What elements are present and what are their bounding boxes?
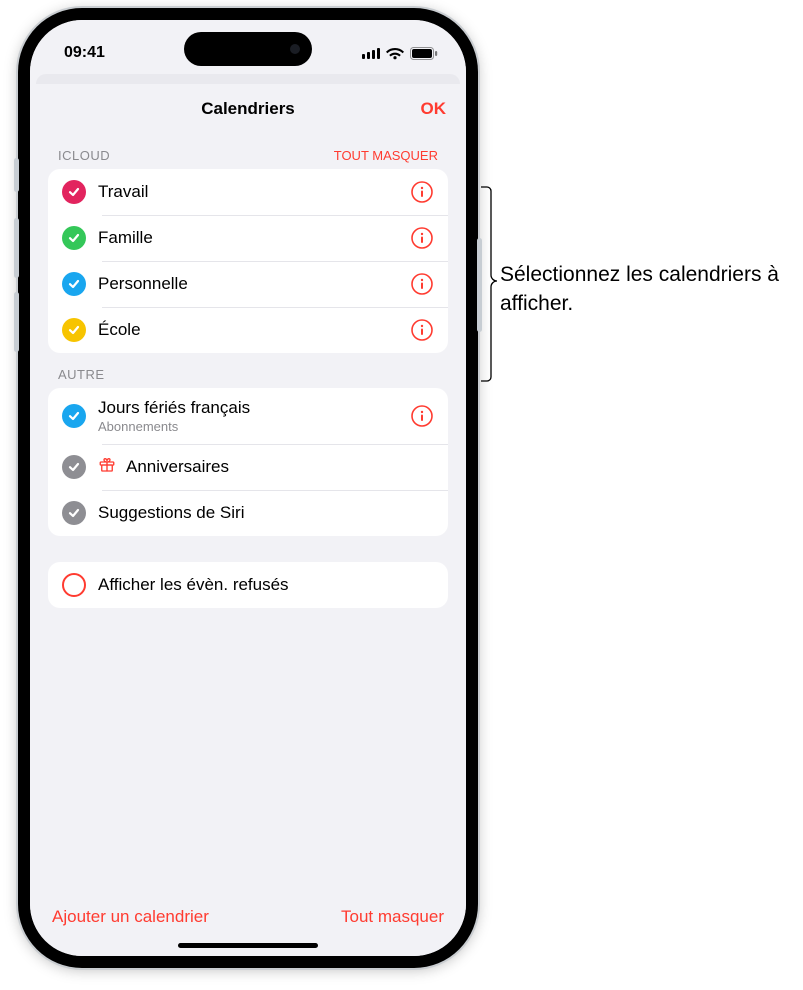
mute-switch [14, 158, 19, 192]
checkmark-icon[interactable] [62, 455, 86, 479]
calendar-label: Suggestions de Siri [98, 503, 434, 523]
callout-bracket [480, 186, 498, 382]
screen: 09:41 Calendriers OK [30, 20, 466, 956]
battery-icon [410, 47, 438, 60]
volume-up-button [14, 218, 19, 278]
calendar-row-birthdays[interactable]: Anniversaires [48, 444, 448, 490]
sheet-header: Calendriers OK [30, 84, 466, 134]
gift-icon [98, 456, 116, 479]
checkmark-icon[interactable] [62, 404, 86, 428]
done-button[interactable]: OK [421, 99, 447, 119]
cellular-icon [362, 47, 380, 59]
add-calendar-button[interactable]: Ajouter un calendrier [52, 907, 209, 927]
volume-down-button [14, 292, 19, 352]
info-icon[interactable] [410, 180, 434, 204]
other-group: Jours fériés français Abonnements [48, 388, 448, 536]
dynamic-island [184, 32, 312, 66]
home-indicator [178, 943, 318, 948]
calendar-label: Famille [98, 228, 398, 248]
show-declined-toggle[interactable]: Afficher les évèn. refusés [48, 562, 448, 608]
calendar-row-holidays[interactable]: Jours fériés français Abonnements [48, 388, 448, 444]
info-icon[interactable] [410, 404, 434, 428]
callout-text: Sélectionnez les calendriers à afficher. [500, 260, 790, 319]
calendar-label: Travail [98, 182, 398, 202]
section-label: ICLOUD [58, 148, 110, 163]
toolbar: Ajouter un calendrier Tout masquer [30, 893, 466, 937]
declined-group: Afficher les évèn. refusés [48, 562, 448, 608]
unchecked-circle-icon[interactable] [62, 573, 86, 597]
info-icon[interactable] [410, 272, 434, 296]
sheet-content: ICLOUD TOUT MASQUER Travail [30, 134, 466, 893]
phone-frame: 09:41 Calendriers OK [18, 8, 478, 968]
checkmark-icon[interactable] [62, 272, 86, 296]
wifi-icon [386, 47, 404, 60]
calendar-row-personnelle[interactable]: Personnelle [48, 261, 448, 307]
sheet-title: Calendriers [201, 99, 295, 119]
calendar-row-famille[interactable]: Famille [48, 215, 448, 261]
calendars-sheet: Calendriers OK ICLOUD TOUT MASQUER [30, 84, 466, 956]
calendar-label: Personnelle [98, 274, 398, 294]
section-label: AUTRE [58, 367, 105, 382]
calendar-label: Anniversaires [126, 457, 434, 477]
calendar-sublabel: Abonnements [98, 419, 398, 434]
checkmark-icon[interactable] [62, 180, 86, 204]
checkmark-icon[interactable] [62, 226, 86, 250]
sheet-backdrop [36, 74, 460, 84]
calendar-label: École [98, 320, 398, 340]
section-header-autre: AUTRE [48, 353, 448, 388]
info-icon[interactable] [410, 318, 434, 342]
checkmark-icon[interactable] [62, 501, 86, 525]
status-indicators [362, 47, 438, 60]
hide-all-icloud-button[interactable]: TOUT MASQUER [334, 148, 438, 163]
calendar-row-travail[interactable]: Travail [48, 169, 448, 215]
icloud-group: Travail Famille [48, 169, 448, 353]
status-time: 09:41 [64, 44, 105, 62]
info-icon[interactable] [410, 226, 434, 250]
hide-all-button[interactable]: Tout masquer [341, 907, 444, 927]
calendar-row-ecole[interactable]: École [48, 307, 448, 353]
checkmark-icon[interactable] [62, 318, 86, 342]
declined-label: Afficher les évèn. refusés [98, 575, 434, 595]
calendar-label: Jours fériés français [98, 398, 398, 418]
section-header-icloud: ICLOUD TOUT MASQUER [48, 134, 448, 169]
calendar-row-siri[interactable]: Suggestions de Siri [48, 490, 448, 536]
